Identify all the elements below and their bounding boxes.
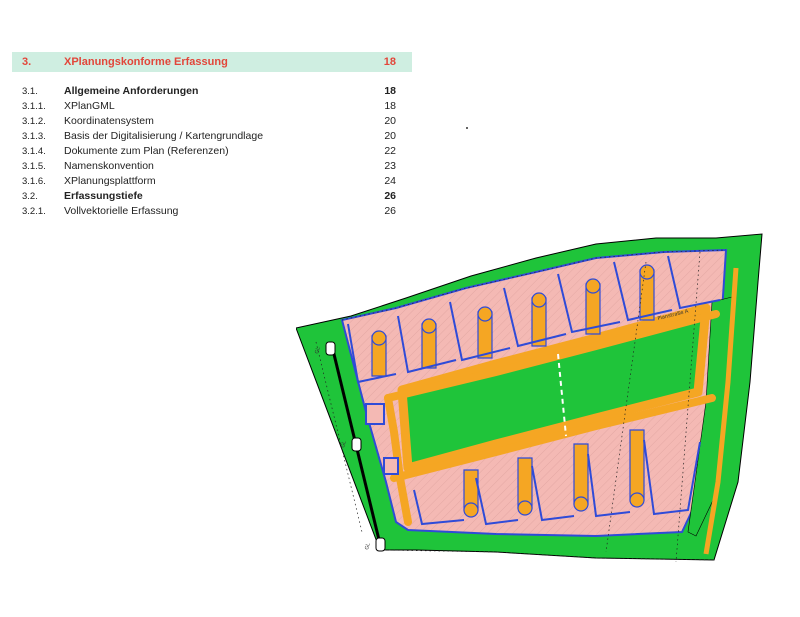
toc-entry-number: 3.1.3. (22, 131, 46, 142)
toc-entry-title: Namenskonvention (64, 160, 154, 172)
toc-entry-number: 3.1.2. (22, 116, 46, 127)
toc-entry-page: 24 (384, 175, 396, 187)
toc-entry[interactable]: 3.2.1. Vollvektorielle Erfassung 26 (12, 205, 412, 220)
boundary-marker-label: GL (364, 542, 372, 550)
toc-entry-title: Basis der Digitalisierung / Kartengrundl… (64, 130, 264, 142)
toc-entry-title: Koordinatensystem (64, 115, 154, 127)
toc-entry-title: XPlanungsplattform (64, 175, 156, 187)
small-plot (383, 457, 399, 475)
toc-entry-number: 3.2.1. (22, 206, 46, 217)
development-plan-map: GL GL GL Planstraße A (296, 233, 763, 563)
toc-entry-title: XPlanGML (64, 100, 115, 112)
toc-entry-number: 3.1.5. (22, 161, 46, 172)
toc-entry-number: 3.1.4. (22, 146, 46, 157)
stray-dot (466, 127, 468, 129)
toc-entry-page: 26 (384, 205, 396, 217)
toc-entry[interactable]: 3.1.1. XPlanGML 18 (12, 100, 412, 115)
toc-entry-title: Erfassungstiefe (64, 190, 143, 202)
toc-entry-page: 20 (384, 115, 396, 127)
toc-entry[interactable]: 3.1.6. XPlanungsplattform 24 (12, 175, 412, 190)
toc-entry[interactable]: 3.1.5. Namenskonvention 23 (12, 160, 412, 175)
table-of-contents: 3. XPlanungskonforme Erfassung 18 3.1. A… (12, 52, 412, 220)
toc-entry-page: 26 (384, 190, 396, 202)
toc-entry-page: 22 (384, 145, 396, 157)
boundary-marker (351, 437, 362, 452)
toc-entry[interactable]: 3.1.4. Dokumente zum Plan (Referenzen) 2… (12, 145, 412, 160)
toc-entry[interactable]: 3.1.3. Basis der Digitalisierung / Karte… (12, 130, 412, 145)
toc-entry[interactable]: 3.2. Erfassungstiefe 26 (12, 190, 412, 205)
toc-section-number: 3. (22, 56, 32, 68)
toc-entry-title: Dokumente zum Plan (Referenzen) (64, 145, 229, 157)
toc-section-page: 18 (383, 56, 396, 68)
toc-entry-page: 18 (384, 85, 396, 97)
toc-section-title: XPlanungskonforme Erfassung (64, 56, 228, 68)
boundary-marker (325, 341, 336, 356)
toc-entry-number: 3.1.6. (22, 176, 46, 187)
toc-entry-page: 20 (384, 130, 396, 142)
toc-entry-number: 3.1. (22, 86, 38, 97)
toc-entry-page: 18 (384, 100, 396, 112)
toc-entry-list: 3.1. Allgemeine Anforderungen 18 3.1.1. … (12, 85, 412, 220)
toc-section-header[interactable]: 3. XPlanungskonforme Erfassung 18 (12, 52, 412, 72)
toc-entry-number: 3.2. (22, 191, 38, 202)
toc-entry-title: Vollvektorielle Erfassung (64, 205, 179, 217)
toc-entry[interactable]: 3.1. Allgemeine Anforderungen 18 (12, 85, 412, 100)
toc-entry-number: 3.1.1. (22, 101, 46, 112)
toc-entry-title: Allgemeine Anforderungen (64, 85, 199, 97)
toc-entry-page: 23 (384, 160, 396, 172)
boundary-marker (375, 537, 386, 552)
small-plot (365, 403, 385, 425)
toc-entry[interactable]: 3.1.2. Koordinatensystem 20 (12, 115, 412, 130)
